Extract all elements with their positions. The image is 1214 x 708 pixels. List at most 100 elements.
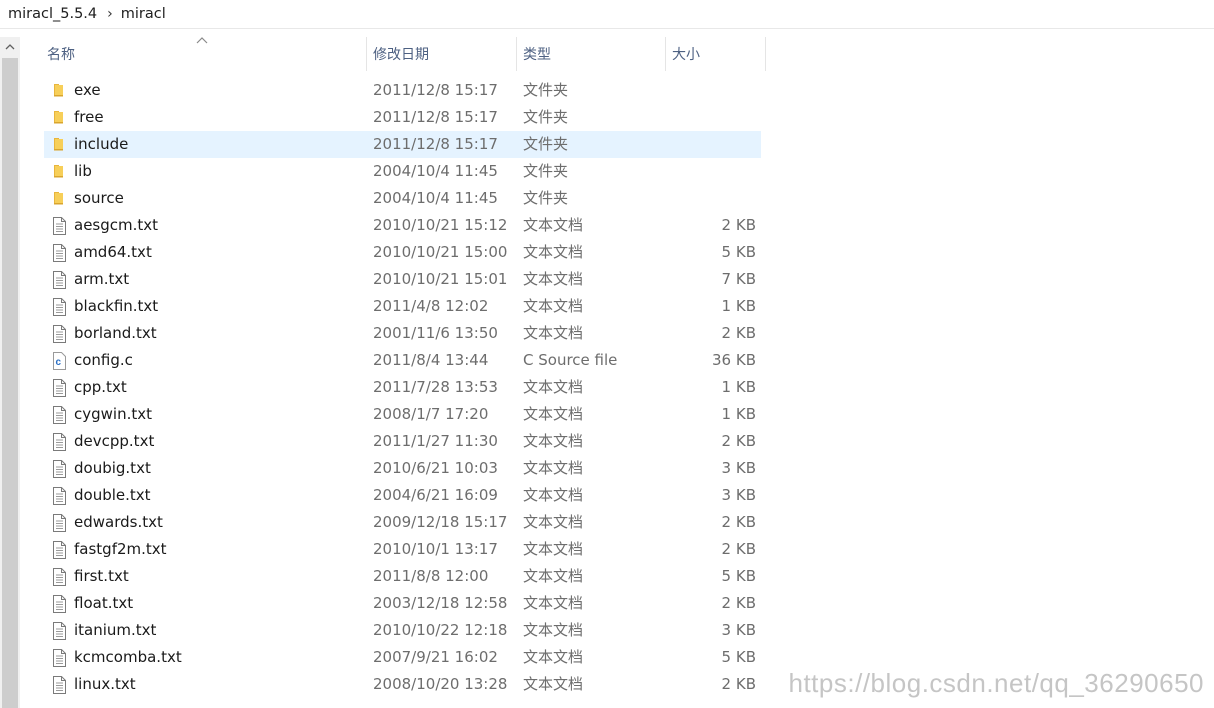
- file-name: arm.txt: [74, 270, 130, 288]
- file-modified-date: 2010/10/22 12:18: [373, 621, 508, 639]
- text-file-icon: [51, 676, 67, 694]
- svg-text:c: c: [56, 357, 62, 368]
- file-row[interactable]: include 2011/12/8 15:17 文件夹: [44, 131, 761, 158]
- file-type: 文本文档: [523, 648, 584, 666]
- file-type: 文件夹: [523, 189, 569, 207]
- folder-icon: [51, 163, 67, 179]
- file-type: 文本文档: [523, 459, 584, 477]
- file-row[interactable]: lib 2004/10/4 11:45 文件夹: [44, 158, 761, 185]
- file-row[interactable]: linux.txt 2008/10/20 13:28 文本文档 2 KB: [44, 671, 761, 698]
- file-type: 文件夹: [523, 81, 569, 99]
- file-type: 文本文档: [523, 540, 584, 558]
- file-size: 1 KB: [721, 378, 756, 396]
- file-row[interactable]: first.txt 2011/8/8 12:00 文本文档 5 KB: [44, 563, 761, 590]
- text-file-icon: [51, 379, 67, 397]
- file-modified-date: 2008/1/7 17:20: [373, 405, 489, 423]
- text-file-icon: [51, 325, 67, 343]
- breadcrumb-item-current[interactable]: miracl: [121, 6, 166, 22]
- column-divider[interactable]: [765, 37, 766, 71]
- file-size: 3 KB: [721, 621, 756, 639]
- file-row[interactable]: float.txt 2003/12/18 12:58 文本文档 2 KB: [44, 590, 761, 617]
- breadcrumb-item-parent[interactable]: miracl_5.5.4: [0, 6, 97, 22]
- file-name: amd64.txt: [74, 243, 152, 261]
- file-type: 文本文档: [523, 432, 584, 450]
- file-row[interactable]: amd64.txt 2010/10/21 15:00 文本文档 5 KB: [44, 239, 761, 266]
- file-name: float.txt: [74, 594, 134, 612]
- file-modified-date: 2010/10/1 13:17: [373, 540, 498, 558]
- file-row[interactable]: cygwin.txt 2008/1/7 17:20 文本文档 1 KB: [44, 401, 761, 428]
- text-file-icon: [51, 460, 67, 478]
- column-header-size[interactable]: 大小: [665, 37, 765, 71]
- file-size: 3 KB: [721, 459, 756, 477]
- text-file-icon: [51, 217, 67, 235]
- file-name: first.txt: [74, 567, 129, 585]
- file-modified-date: 2010/6/21 10:03: [373, 459, 498, 477]
- file-modified-date: 2011/8/4 13:44: [373, 351, 489, 369]
- file-type: 文本文档: [523, 675, 584, 693]
- file-name: cpp.txt: [74, 378, 127, 396]
- file-type: 文本文档: [523, 216, 584, 234]
- file-row[interactable]: doubig.txt 2010/6/21 10:03 文本文档 3 KB: [44, 455, 761, 482]
- file-name: blackfin.txt: [74, 297, 159, 315]
- file-row[interactable]: borland.txt 2001/11/6 13:50 文本文档 2 KB: [44, 320, 761, 347]
- file-row[interactable]: blackfin.txt 2011/4/8 12:02 文本文档 1 KB: [44, 293, 761, 320]
- file-name: source: [74, 189, 124, 207]
- file-size: 2 KB: [721, 540, 756, 558]
- file-type: 文本文档: [523, 324, 584, 342]
- file-size: 2 KB: [721, 675, 756, 693]
- file-row[interactable]: source 2004/10/4 11:45 文件夹: [44, 185, 761, 212]
- file-row[interactable]: cpp.txt 2011/7/28 13:53 文本文档 1 KB: [44, 374, 761, 401]
- file-size: 7 KB: [721, 270, 756, 288]
- column-header-name-label: 名称: [47, 47, 75, 63]
- file-row[interactable]: kcmcomba.txt 2007/9/21 16:02 文本文档 5 KB: [44, 644, 761, 671]
- text-file-icon: [51, 433, 67, 451]
- file-name: borland.txt: [74, 324, 157, 342]
- file-modified-date: 2011/8/8 12:00: [373, 567, 489, 585]
- file-size: 1 KB: [721, 297, 756, 315]
- file-name: fastgf2m.txt: [74, 540, 167, 558]
- file-size: 2 KB: [721, 324, 756, 342]
- folder-icon: [51, 190, 67, 206]
- text-file-icon: [51, 271, 67, 289]
- file-modified-date: 2008/10/20 13:28: [373, 675, 508, 693]
- column-header-type[interactable]: 类型: [516, 37, 666, 71]
- file-modified-date: 2010/10/21 15:00: [373, 243, 508, 261]
- column-headers: 名称 修改日期 类型 大小: [0, 37, 1214, 71]
- file-name: doubig.txt: [74, 459, 151, 477]
- text-file-icon: [51, 649, 67, 667]
- file-type: 文件夹: [523, 108, 569, 126]
- column-header-date[interactable]: 修改日期: [366, 37, 516, 71]
- file-row[interactable]: c config.c 2011/8/4 13:44 C Source file 36 K…: [44, 347, 761, 374]
- file-row[interactable]: aesgcm.txt 2010/10/21 15:12 文本文档 2 KB: [44, 212, 761, 239]
- file-row[interactable]: arm.txt 2010/10/21 15:01 文本文档 7 KB: [44, 266, 761, 293]
- file-type: 文本文档: [523, 405, 584, 423]
- file-row[interactable]: devcpp.txt 2011/1/27 11:30 文本文档 2 KB: [44, 428, 761, 455]
- folder-icon: [51, 136, 67, 152]
- file-row[interactable]: fastgf2m.txt 2010/10/1 13:17 文本文档 2 KB: [44, 536, 761, 563]
- file-row[interactable]: double.txt 2004/6/21 16:09 文本文档 3 KB: [44, 482, 761, 509]
- file-modified-date: 2004/10/4 11:45: [373, 162, 498, 180]
- file-row[interactable]: edwards.txt 2009/12/18 15:17 文本文档 2 KB: [44, 509, 761, 536]
- file-modified-date: 2001/11/6 13:50: [373, 324, 498, 342]
- file-row[interactable]: itanium.txt 2010/10/22 12:18 文本文档 3 KB: [44, 617, 761, 644]
- text-file-icon: [51, 541, 67, 559]
- text-file-icon: [51, 622, 67, 640]
- file-row[interactable]: exe 2011/12/8 15:17 文件夹: [44, 77, 761, 104]
- file-size: 2 KB: [721, 432, 756, 450]
- text-file-icon: [51, 298, 67, 316]
- file-type: 文本文档: [523, 486, 584, 504]
- file-row[interactable]: free 2011/12/8 15:17 文件夹: [44, 104, 761, 131]
- folder-icon: [51, 109, 67, 125]
- breadcrumb-separator-icon[interactable]: ›: [97, 6, 121, 22]
- file-type: 文件夹: [523, 135, 569, 153]
- text-file-icon: [51, 487, 67, 505]
- file-modified-date: 2007/9/21 16:02: [373, 648, 498, 666]
- column-header-type-label: 类型: [523, 47, 551, 63]
- file-type: 文本文档: [523, 621, 584, 639]
- file-name: edwards.txt: [74, 513, 163, 531]
- watermark-text: https://blog.csdn.net/qq_36290650: [788, 668, 1204, 698]
- file-size: [664, 158, 756, 185]
- text-file-icon: [51, 244, 67, 262]
- file-explorer-window: miracl_5.5.4 › miracl 名称 修改日期 类型 大小 exe 2: [0, 0, 1214, 708]
- file-name: include: [74, 135, 129, 153]
